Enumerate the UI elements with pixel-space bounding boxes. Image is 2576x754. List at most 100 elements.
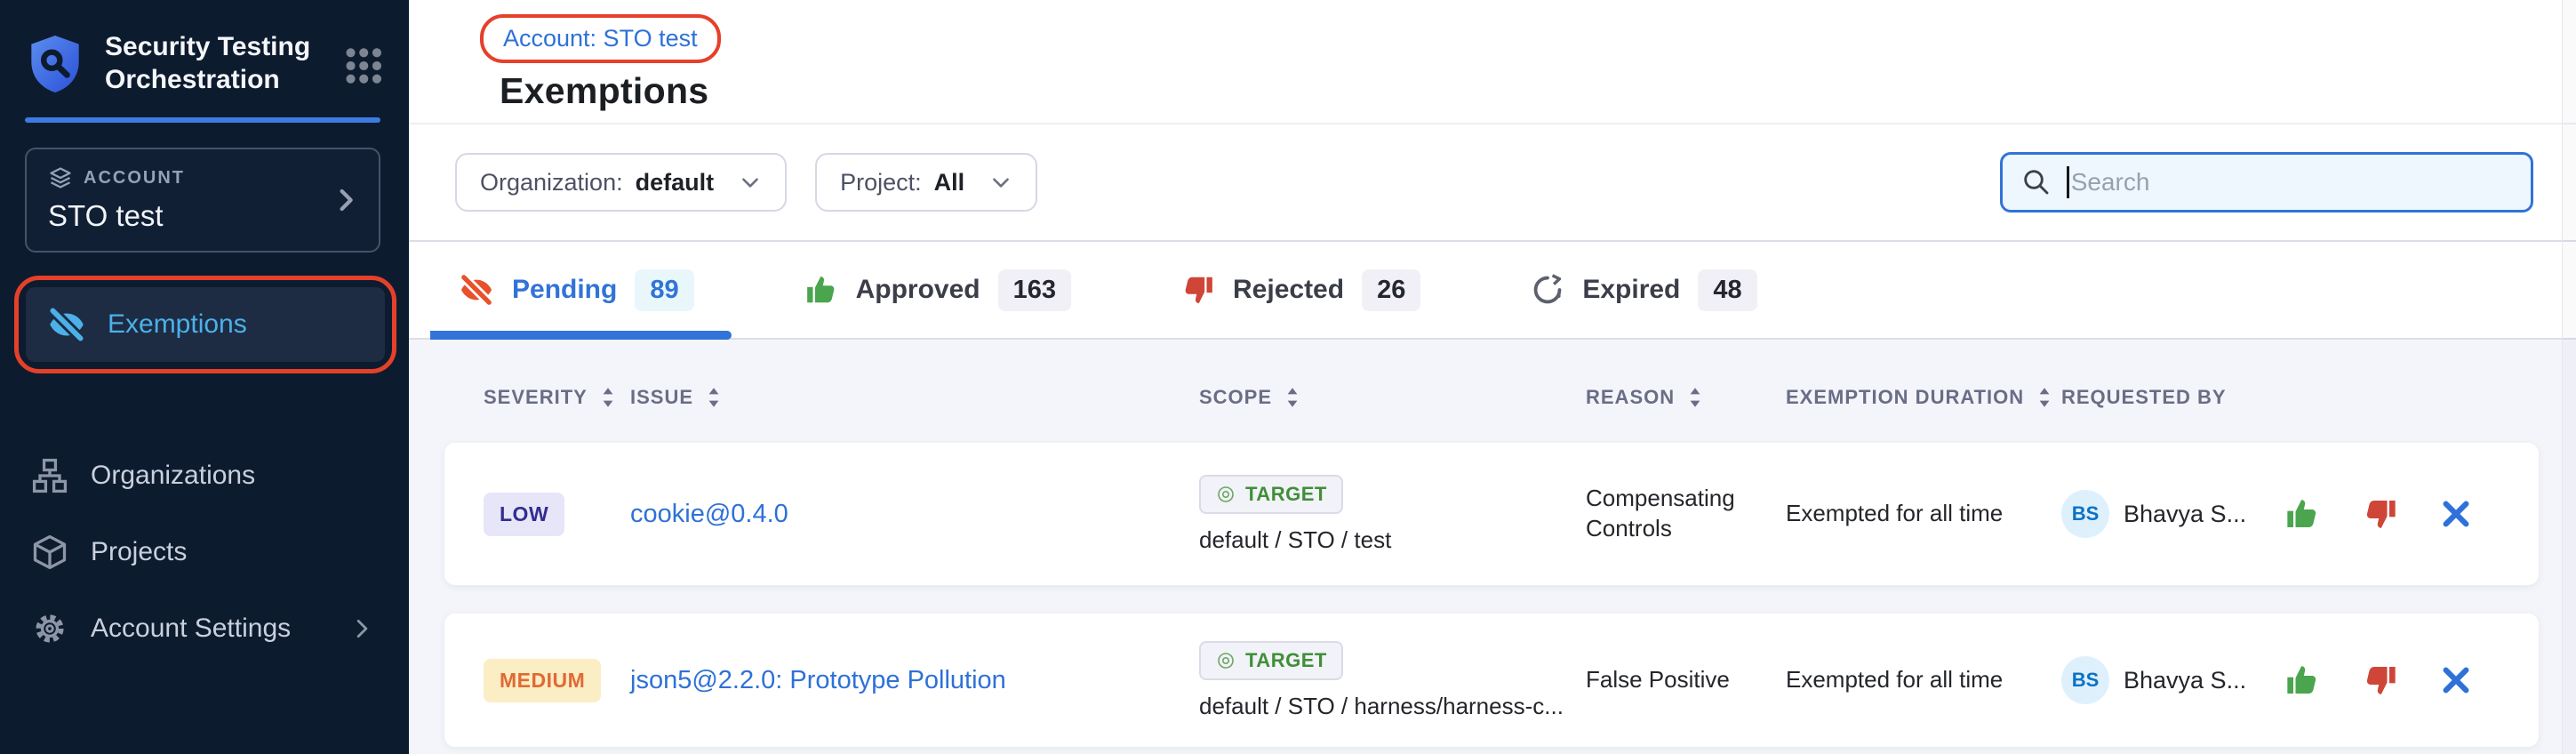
tab-label: Approved (856, 275, 980, 305)
page-title: Exemptions (500, 70, 2576, 112)
requested-by-cell: BS Bhavya S... (2061, 490, 2279, 538)
sidebar-item-label: Organizations (91, 461, 255, 491)
cancel-button[interactable] (2441, 665, 2471, 695)
table-row[interactable]: LOW cookie@0.4.0 TARGET default / STO / … (444, 443, 2539, 585)
layers-icon (48, 165, 73, 190)
tab-pending[interactable]: Pending 89 (444, 242, 749, 338)
chevron-right-icon (350, 617, 373, 640)
avatar: BS (2061, 656, 2109, 704)
eye-off-icon (459, 272, 494, 308)
tab-label: Pending (512, 275, 617, 305)
sort-icon[interactable] (706, 386, 722, 409)
table-row[interactable]: MEDIUM json5@2.2.0: Prototype Pollution … (444, 614, 2539, 747)
scope-cell: TARGET default / STO / harness/harness-c… (1199, 641, 1586, 720)
sort-icon[interactable] (2036, 386, 2052, 409)
sidebar-item-projects[interactable]: Projects (0, 514, 409, 590)
gear-icon (30, 609, 69, 648)
logo-underline (25, 117, 380, 123)
chevron-right-icon (332, 187, 359, 213)
table-header-row: SEVERITY ISSUE SCOPE REASON EXEMPTION DU… (444, 370, 2539, 425)
column-header-requested-by: REQUESTED BY (2061, 386, 2279, 409)
org-chart-icon (30, 456, 69, 495)
scope-cell: TARGET default / STO / test (1199, 475, 1586, 554)
tab-approved[interactable]: Approved 163 (790, 242, 1126, 338)
reject-button[interactable] (2363, 662, 2398, 698)
project-filter-label: Project: (840, 169, 922, 197)
severity-badge: MEDIUM (484, 659, 601, 702)
project-filter-dropdown[interactable]: Project: All (815, 153, 1037, 212)
requested-by-cell: BS Bhavya S... (2061, 656, 2279, 704)
app-window: Security Testing Orchestration ACCOUNT S (0, 0, 2576, 754)
close-icon (2441, 665, 2471, 695)
scope-path: default / STO / test (1199, 526, 1391, 554)
search-input[interactable] (2071, 168, 2513, 197)
avatar: BS (2061, 490, 2109, 538)
scrollbar-track[interactable] (2562, 0, 2576, 754)
account-scope-label: ACCOUNT (84, 168, 185, 188)
approve-button[interactable] (2284, 662, 2320, 698)
app-title: Security Testing Orchestration (105, 30, 320, 96)
column-header-issue: ISSUE (630, 386, 1199, 409)
organization-filter-label: Organization: (480, 169, 623, 197)
sort-icon[interactable] (1687, 386, 1703, 409)
reason-cell: Compensating Controls (1586, 484, 1786, 544)
close-icon (2441, 499, 2471, 529)
shield-search-logo-icon (27, 32, 84, 96)
tab-count-badge: 26 (1362, 269, 1420, 311)
breadcrumb-annotation-circle: Account: STO test (480, 14, 721, 63)
issue-link[interactable]: cookie@0.4.0 (630, 500, 788, 528)
thumbs-down-icon (1181, 273, 1215, 307)
thumbs-up-icon (2284, 662, 2320, 698)
module-grid-icon[interactable] (341, 41, 386, 91)
target-icon (1215, 650, 1236, 671)
requester-name: Bhavya S... (2124, 667, 2246, 694)
account-name: STO test (48, 199, 357, 233)
tab-label: Rejected (1233, 275, 1344, 305)
column-header-exemption-duration: EXEMPTION DURATION (1786, 386, 2061, 409)
severity-cell: MEDIUM (484, 659, 630, 702)
chevron-down-icon (739, 171, 762, 194)
sidebar-item-label: Exemptions (108, 309, 247, 340)
clock-history-icon (1531, 273, 1564, 307)
approve-button[interactable] (2284, 496, 2320, 532)
duration-cell: Exempted for all time (1786, 499, 2061, 529)
cube-icon (30, 533, 69, 572)
issue-link[interactable]: json5@2.2.0: Prototype Pollution (630, 666, 1006, 694)
duration-cell: Exempted for all time (1786, 665, 2061, 695)
sidebar-item-exemptions[interactable]: Exemptions (26, 287, 385, 362)
search-box (2000, 152, 2533, 213)
organization-filter-value: default (636, 169, 715, 197)
reject-button[interactable] (2363, 496, 2398, 532)
sort-icon[interactable] (600, 386, 616, 409)
thumbs-down-icon (2363, 662, 2398, 698)
row-actions (2279, 496, 2539, 532)
issue-cell: cookie@0.4.0 (630, 500, 1199, 529)
reason-cell: False Positive (1586, 665, 1786, 695)
tab-expired[interactable]: Expired 48 (1516, 242, 1812, 338)
column-header-scope: SCOPE (1199, 386, 1586, 409)
scope-type-badge: TARGET (1199, 475, 1343, 514)
tab-rejected[interactable]: Rejected 26 (1167, 242, 1476, 338)
organization-filter-dropdown[interactable]: Organization: default (455, 153, 787, 212)
requester-name: Bhavya S... (2124, 501, 2246, 528)
app-logo-row: Security Testing Orchestration (0, 0, 409, 96)
sidebar-item-account-settings[interactable]: Account Settings (0, 590, 409, 667)
sort-icon[interactable] (1284, 386, 1300, 409)
tab-label: Expired (1582, 275, 1680, 305)
breadcrumb[interactable]: Account: STO test (503, 25, 698, 52)
row-actions (2279, 662, 2539, 698)
severity-badge: LOW (484, 493, 564, 536)
sidebar: Security Testing Orchestration ACCOUNT S (0, 0, 409, 754)
target-icon (1215, 484, 1236, 505)
thumbs-up-icon (804, 273, 838, 307)
tabs-bar: Pending 89 Approved 163 Rejected 26 (409, 240, 2576, 340)
sidebar-item-label: Account Settings (91, 614, 291, 644)
scope-path: default / STO / harness/harness-c... (1199, 693, 1564, 720)
exemptions-annotation-circle: Exemptions (14, 276, 396, 373)
cancel-button[interactable] (2441, 499, 2471, 529)
tab-count-badge: 163 (998, 269, 1071, 311)
account-scope-card[interactable]: ACCOUNT STO test (25, 148, 380, 253)
filter-bar: Organization: default Project: All (409, 124, 2576, 240)
thumbs-up-icon (2284, 496, 2320, 532)
sidebar-item-organizations[interactable]: Organizations (0, 437, 409, 514)
